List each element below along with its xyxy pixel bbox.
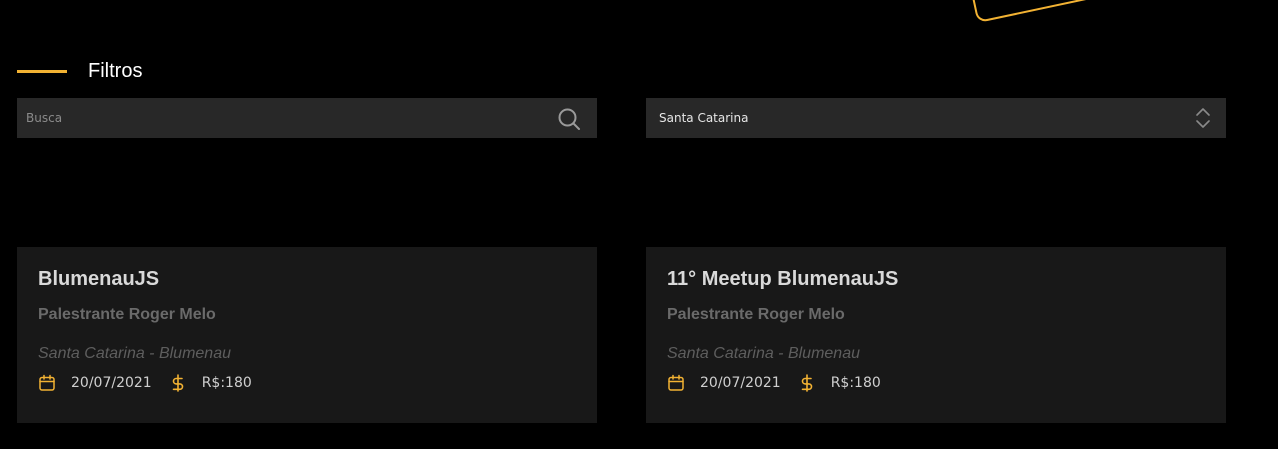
event-price: R$:180 [201, 375, 252, 391]
filters-heading: Filtros [17, 60, 142, 83]
event-card[interactable]: BlumenauJS Palestrante Roger Melo Santa … [17, 247, 597, 423]
event-meta: 20/07/2021 R$:180 [667, 373, 1205, 393]
event-price: R$:180 [830, 375, 881, 391]
state-select-value: Santa Catarina [659, 111, 749, 125]
event-speaker: Palestrante Roger Melo [38, 306, 216, 323]
calendar-icon [39, 374, 55, 391]
event-meta: 20/07/2021 R$:180 [38, 373, 576, 393]
dollar-icon [172, 374, 183, 392]
dollar-icon [801, 374, 812, 392]
event-date: 20/07/2021 [71, 375, 152, 391]
calendar-icon [668, 374, 684, 391]
search-icon[interactable] [557, 107, 581, 131]
event-location: Santa Catarina - Blumenau [38, 345, 231, 362]
event-title: 11° Meetup BlumenauJS [667, 268, 899, 290]
decorative-outline-shape [969, 0, 1105, 24]
chevron-up-down-icon [1196, 108, 1210, 128]
event-location: Santa Catarina - Blumenau [667, 345, 860, 362]
event-card[interactable]: 11° Meetup BlumenauJS Palestrante Roger … [646, 247, 1226, 423]
filters-title: Filtros [88, 60, 143, 82]
page: Filtros Santa Catarina BlumenauJS Palest… [0, 0, 1278, 449]
state-select[interactable]: Santa Catarina [646, 98, 1226, 138]
search-field [17, 98, 597, 138]
heading-accent-line [17, 70, 67, 73]
event-date: 20/07/2021 [700, 375, 781, 391]
event-speaker: Palestrante Roger Melo [667, 306, 845, 323]
search-input[interactable] [17, 98, 547, 138]
event-title: BlumenauJS [38, 268, 160, 290]
